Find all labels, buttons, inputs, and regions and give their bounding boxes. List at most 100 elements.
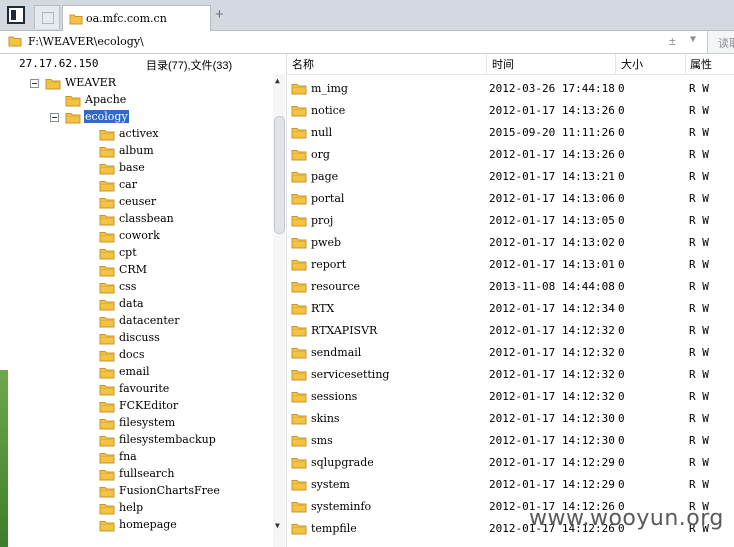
tree-item[interactable]: WEAVER xyxy=(0,75,270,92)
tree-item[interactable]: homepage xyxy=(0,517,270,534)
tree-item[interactable]: album xyxy=(0,143,270,160)
tree-item[interactable]: ceuser xyxy=(0,194,270,211)
tree-item[interactable]: css xyxy=(0,279,270,296)
tree-item[interactable]: cowork xyxy=(0,228,270,245)
item-count: 目录(77),文件(33) xyxy=(146,60,233,72)
tree-item[interactable]: discuss xyxy=(0,330,270,347)
column-name[interactable]: 名称 xyxy=(292,56,314,72)
tree-item[interactable]: CRM xyxy=(0,262,270,279)
file-row[interactable]: org 2012-01-17 14:13:26 0 R W xyxy=(287,143,734,165)
inactive-tab[interactable] xyxy=(34,5,60,29)
file-attr: R W xyxy=(689,280,709,293)
tree-item-label: data xyxy=(119,297,144,310)
tree-header: 27.17.62.150 目录(77),文件(33) xyxy=(0,54,286,74)
file-row[interactable]: null 2015-09-20 11:11:26 0 R W xyxy=(287,121,734,143)
new-tab-button[interactable]: + xyxy=(215,6,224,23)
folder-icon xyxy=(99,351,115,362)
tree-item[interactable]: filesystembackup xyxy=(0,432,270,449)
collapse-toggle-icon[interactable] xyxy=(30,79,39,88)
file-row[interactable]: servicesetting 2012-01-17 14:12:32 0 R W xyxy=(287,363,734,385)
window-menu-icon[interactable] xyxy=(7,6,25,24)
column-time[interactable]: 时间 xyxy=(492,56,514,72)
tree-item[interactable]: FusionChartsFree xyxy=(0,483,270,500)
tree-item[interactable]: docs xyxy=(0,347,270,364)
tree-item-label: ceuser xyxy=(119,195,157,208)
collapse-toggle-icon[interactable] xyxy=(50,113,59,122)
file-row[interactable]: RTX 2012-01-17 14:12:34 0 R W xyxy=(287,297,734,319)
tree-item[interactable]: email xyxy=(0,364,270,381)
file-row[interactable]: resource 2013-11-08 14:44:08 0 R W xyxy=(287,275,734,297)
folder-icon xyxy=(99,487,115,498)
tree-item[interactable]: ecology xyxy=(0,109,270,126)
read-button[interactable]: 读取 xyxy=(707,31,734,53)
file-row[interactable]: sessions 2012-01-17 14:12:32 0 R W xyxy=(287,385,734,407)
tree-item[interactable]: car xyxy=(0,177,270,194)
folder-icon xyxy=(99,334,115,345)
tree-item-label: filesystembackup xyxy=(119,433,216,446)
file-name: RTXAPISVR xyxy=(311,324,378,337)
tree-item[interactable]: classbean xyxy=(0,211,270,228)
tree-item[interactable]: cpt xyxy=(0,245,270,262)
tree-item[interactable]: FCKEditor xyxy=(0,398,270,415)
tree-item[interactable]: filesystem xyxy=(0,415,270,432)
file-row[interactable]: sendmail 2012-01-17 14:12:32 0 R W xyxy=(287,341,734,363)
file-row[interactable]: portal 2012-01-17 14:13:06 0 R W xyxy=(287,187,734,209)
scroll-up-icon[interactable]: ▲ xyxy=(275,76,280,85)
tree-item[interactable]: Apache xyxy=(0,92,270,109)
file-name: org xyxy=(311,148,330,161)
file-time: 2015-09-20 11:11:26 xyxy=(489,126,615,139)
address-path[interactable]: F:\WEAVER\ecology\ xyxy=(28,35,144,48)
column-attr[interactable]: 属性 xyxy=(690,56,712,72)
address-bar[interactable]: F:\WEAVER\ecology\ ± ▼ 读取 xyxy=(0,31,734,54)
tree-scrollbar[interactable]: ▲ ▼ xyxy=(273,74,285,547)
active-tab[interactable]: oa.mfc.com.cn xyxy=(62,5,211,31)
column-divider[interactable] xyxy=(486,54,487,74)
file-row[interactable]: RTXAPISVR 2012-01-17 14:12:32 0 R W xyxy=(287,319,734,341)
file-size: 0 xyxy=(618,214,625,227)
file-size: 0 xyxy=(618,236,625,249)
file-row[interactable]: sqlupgrade 2012-01-17 14:12:29 0 R W xyxy=(287,451,734,473)
file-size: 0 xyxy=(618,280,625,293)
tree-item[interactable]: fna xyxy=(0,449,270,466)
tree-item-label: homepage xyxy=(119,518,177,531)
file-row[interactable]: skins 2012-01-17 14:12:30 0 R W xyxy=(287,407,734,429)
scroll-thumb[interactable] xyxy=(274,116,285,234)
tree-item[interactable]: activex xyxy=(0,126,270,143)
file-row[interactable]: proj 2012-01-17 14:13:05 0 R W xyxy=(287,209,734,231)
file-row[interactable]: pweb 2012-01-17 14:13:02 0 R W xyxy=(287,231,734,253)
file-size: 0 xyxy=(618,478,625,491)
file-time: 2012-01-17 14:12:29 xyxy=(489,478,615,491)
folder-icon xyxy=(99,130,115,141)
file-attr: R W xyxy=(689,302,709,315)
tree-item[interactable]: help xyxy=(0,500,270,517)
file-time: 2012-01-17 14:12:32 xyxy=(489,390,615,403)
tree-item[interactable]: base xyxy=(0,160,270,177)
file-size: 0 xyxy=(618,82,625,95)
file-name: m_img xyxy=(311,82,348,95)
file-size: 0 xyxy=(618,434,625,447)
column-divider[interactable] xyxy=(615,54,616,74)
tree-item[interactable]: favourite xyxy=(0,381,270,398)
file-list-panel: 名称 时间 大小 属性 m_img 2012-03-26 17:44:18 0 R W… xyxy=(286,54,734,547)
file-row[interactable]: sms 2012-01-17 14:12:30 0 R W xyxy=(287,429,734,451)
file-time: 2012-01-17 14:12:29 xyxy=(489,456,615,469)
folder-icon xyxy=(291,524,307,535)
file-name: tempfile xyxy=(311,522,357,535)
file-row[interactable]: page 2012-01-17 14:13:21 0 R W xyxy=(287,165,734,187)
file-row[interactable]: report 2012-01-17 14:13:01 0 R W xyxy=(287,253,734,275)
scroll-down-icon[interactable]: ▼ xyxy=(275,521,280,530)
tree-item[interactable]: datacenter xyxy=(0,313,270,330)
file-attr: R W xyxy=(689,368,709,381)
column-divider[interactable] xyxy=(685,54,686,74)
tree-item[interactable]: data xyxy=(0,296,270,313)
folder-icon xyxy=(99,266,115,277)
tree-item-label: album xyxy=(119,144,154,157)
tree-item[interactable]: fullsearch xyxy=(0,466,270,483)
tab-title: oa.mfc.com.cn xyxy=(86,12,167,25)
file-row[interactable]: m_img 2012-03-26 17:44:18 0 R W xyxy=(287,77,734,99)
column-size[interactable]: 大小 xyxy=(621,56,643,72)
plus-minus-icon[interactable]: ± xyxy=(669,34,676,48)
file-row[interactable]: system 2012-01-17 14:12:29 0 R W xyxy=(287,473,734,495)
chevron-down-icon[interactable]: ▼ xyxy=(690,34,696,45)
file-row[interactable]: notice 2012-01-17 14:13:26 0 R W xyxy=(287,99,734,121)
